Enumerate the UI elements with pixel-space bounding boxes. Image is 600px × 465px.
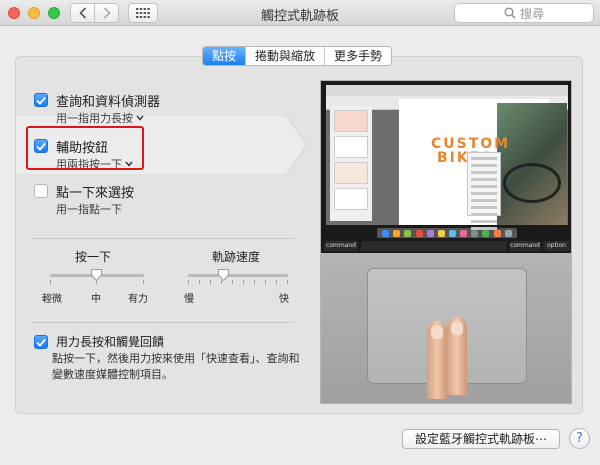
tap-to-click-title: 點一下來選按 [56,186,135,201]
context-menu [467,152,501,230]
title-bar: 觸控式軌跡板 搜尋 [0,0,600,26]
tab-more-gestures[interactable]: 更多手勢 [325,47,391,65]
lookup-checkbox[interactable] [34,93,48,107]
slider-tick [276,280,277,284]
click-tick-firm: 有力 [128,294,148,305]
slider-tick [254,280,255,284]
tap-to-click-subtitle: 用一指點一下 [56,203,122,216]
slider-tick [50,280,51,284]
tracking-slider-knob[interactable] [218,269,229,281]
checkmark-icon [36,96,46,105]
setup-bluetooth-trackpad-button[interactable]: 設定藍牙觸控式軌跡板⋯ [402,429,560,449]
key-option: option [543,241,570,251]
tracking-max-label: 快 [279,294,289,305]
search-field[interactable]: 搜尋 [454,3,594,23]
highlight-box [26,126,144,170]
click-tick-medium: 中 [91,294,101,305]
close-window-button[interactable] [8,7,20,19]
slider-tick [210,280,211,284]
grid-icon [136,8,150,18]
chevron-right-icon [103,7,111,19]
slider-tick [199,280,200,284]
click-slider-knob[interactable] [91,269,102,281]
zoom-window-button[interactable] [48,7,60,19]
page-thumbnails [330,106,372,221]
slider-tick [143,280,144,284]
gesture-preview-image: CUSTOM BIKES command command option [320,80,572,404]
lookup-title: 查詢和資料偵測器 [56,95,161,110]
chevron-left-icon [78,7,86,19]
click-slider-label: 按一下 [75,250,112,264]
lookup-gesture-menu[interactable]: 用一指用力長按 [56,110,144,126]
slider-tick [243,280,244,284]
help-button[interactable]: ? [569,428,590,449]
window-title: 觸控式軌跡板 [260,9,339,24]
force-click-title: 用力長按和觸覺回饋 [56,335,165,349]
key-command-left: command [324,241,358,251]
dock [377,228,517,238]
force-click-checkbox[interactable] [34,335,48,349]
keyboard: command command option [321,239,571,253]
tracking-slider-track[interactable] [188,274,288,277]
slider-tick [265,280,266,284]
tap-to-click-checkbox[interactable] [34,184,48,198]
slider-tick [287,280,288,284]
search-placeholder: 搜尋 [519,6,544,21]
search-icon [504,7,516,19]
tracking-min-label: 慢 [184,294,194,305]
click-tick-light: 輕微 [42,294,62,305]
divider [32,238,294,239]
tab-bar: 點按 捲動與縮放 更多手勢 [202,46,393,66]
forward-button[interactable] [94,3,119,23]
tracking-slider-label: 軌跡速度 [212,250,261,264]
chevron-down-icon [136,115,144,121]
back-button[interactable] [70,3,95,23]
minimize-window-button[interactable] [28,7,40,19]
tab-scroll-and-zoom[interactable]: 捲動與縮放 [246,47,326,65]
tab-point-and-click[interactable]: 點按 [203,47,247,65]
key-command-right: command [510,241,540,251]
force-click-description: 點按一下，然後用力按來使用「快速查看」、查詢和變數速度媒體控制項目。 [52,352,300,381]
show-all-button[interactable] [128,3,158,23]
key-space [361,241,507,251]
laptop-screen: CUSTOM BIKES [321,81,571,239]
checkmark-icon [36,338,46,347]
finger [427,321,447,399]
slider-tick [188,280,189,284]
finger [447,317,467,395]
slider-tick [232,280,233,284]
divider [32,322,294,323]
